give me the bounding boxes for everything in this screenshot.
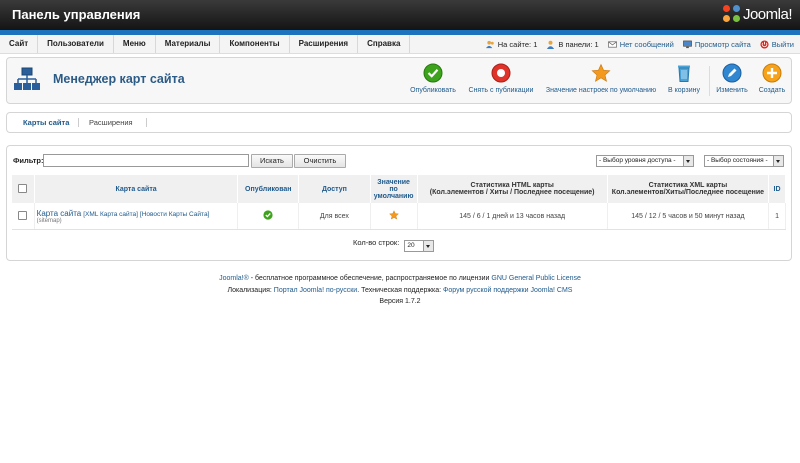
pencil-icon xyxy=(722,63,742,83)
main-content: Фильтр: Искать Очистить - Выбор уровня д… xyxy=(6,145,792,261)
default-star-icon[interactable] xyxy=(388,210,399,220)
footer-support-line: Локализация: Портал Joomla! по-русски. Т… xyxy=(227,286,573,294)
header-bar: Панель управления Joomla! xyxy=(0,0,800,30)
access-level-select[interactable]: - Выбор уровня доступа - xyxy=(596,155,694,167)
sitemap-alias: (sitemap) xyxy=(36,217,62,224)
footer: Joomla!® - бесплатное программное обеспе… xyxy=(0,273,800,308)
status-bar: На сайте: 1 В панели: 1 Нет сообщений Пр… xyxy=(477,35,794,53)
chevron-down-icon xyxy=(773,156,783,166)
page-title: Менеджер карт сайта xyxy=(53,72,185,86)
tab-divider xyxy=(78,118,79,127)
sitemap-icon xyxy=(14,67,40,90)
table-row: Карта сайта [XML Карта сайта] [Новости К… xyxy=(12,203,786,230)
view-site-link[interactable]: Просмотр сайта xyxy=(682,40,751,49)
users-icon xyxy=(485,40,494,48)
menu-menus[interactable]: Меню xyxy=(114,35,156,53)
col-default[interactable]: Значение по умолчанию xyxy=(370,175,418,203)
col-published[interactable]: Опубликован xyxy=(237,175,300,203)
user-icon xyxy=(547,40,555,49)
sitemap-name-link[interactable]: Карта сайта xyxy=(37,209,82,218)
id-cell: 1 xyxy=(768,203,786,230)
access-cell: Для всех xyxy=(298,203,371,230)
row-checkbox[interactable] xyxy=(18,210,28,220)
joomla-logo[interactable]: Joomla! xyxy=(722,5,793,23)
chevron-down-icon xyxy=(683,156,693,166)
col-access[interactable]: Доступ xyxy=(298,175,371,203)
monitor-icon xyxy=(682,40,692,48)
col-xml-stats: Статистика XML карты Кол.элементов/Хиты/… xyxy=(607,175,770,203)
logout-link[interactable]: Выйти xyxy=(760,40,794,49)
footer-version: Версия 1.7.2 xyxy=(379,298,421,305)
default-button[interactable]: Значение настроек по умолчанию xyxy=(543,63,659,94)
status-in-admin: В панели: 1 xyxy=(546,40,599,49)
sitemap-name-cell: Карта сайта [XML Карта сайта] [Новости К… xyxy=(34,203,239,230)
app-title: Панель управления xyxy=(12,7,141,22)
plus-icon xyxy=(762,63,782,83)
menu-site[interactable]: Сайт xyxy=(0,35,39,53)
col-html-stats: Статистика HTML карты (Кол.элементов / Х… xyxy=(417,175,608,203)
joomla-logo-icon xyxy=(722,5,741,23)
toolbar: Менеджер карт сайта Опубликовать Снять с… xyxy=(6,57,792,104)
search-button[interactable]: Искать xyxy=(251,154,293,168)
published-cell xyxy=(237,203,300,230)
power-icon xyxy=(760,39,769,49)
news-sitemap-link[interactable]: [Новости Карты Сайта] xyxy=(140,211,209,218)
toolbar-separator xyxy=(709,66,710,96)
unpublish-button[interactable]: Снять с публикации xyxy=(467,63,535,94)
trash-icon xyxy=(678,65,690,82)
select-all-checkbox[interactable] xyxy=(18,183,28,193)
edit-button[interactable]: Изменить xyxy=(714,63,750,94)
joomla-logo-text: Joomla! xyxy=(742,5,793,23)
select-all-header xyxy=(12,175,35,203)
menu-users[interactable]: Пользователи xyxy=(38,35,114,53)
footer-license-line: Joomla!® - бесплатное программное обеспе… xyxy=(219,275,581,282)
messages-link[interactable]: Нет сообщений xyxy=(607,40,674,49)
tab-divider xyxy=(146,118,147,127)
rows-per-page-select[interactable]: 20 xyxy=(404,240,435,252)
default-cell xyxy=(370,203,418,230)
trash-button[interactable]: В корзину xyxy=(664,63,704,94)
sitemaps-table: Карта сайта Опубликован Доступ Значение … xyxy=(12,175,786,230)
new-button[interactable]: Создать xyxy=(756,63,788,94)
filter-input[interactable] xyxy=(43,154,249,167)
table-header-row: Карта сайта Опубликован Доступ Значение … xyxy=(12,175,786,203)
published-check-icon[interactable] xyxy=(263,210,273,220)
col-sitemap[interactable]: Карта сайта xyxy=(34,175,239,203)
menu-components[interactable]: Компоненты xyxy=(220,35,290,53)
rows-per-page-label: Кол-во строк: xyxy=(353,238,400,247)
row-select-cell xyxy=(12,203,35,230)
main-menu: Сайт Пользователи Меню Материалы Компоне… xyxy=(0,35,411,53)
status-on-site: На сайте: 1 xyxy=(485,40,537,49)
state-select[interactable]: - Выбор состояния - xyxy=(704,155,784,167)
tab-sitemaps[interactable]: Карты сайта xyxy=(23,118,69,127)
html-stats-cell: 145 / 6 / 1 дней и 13 часов назад xyxy=(417,203,608,230)
joomla-link[interactable]: Joomla!® xyxy=(219,275,249,282)
tab-extensions[interactable]: Расширения xyxy=(89,118,133,127)
support-forum-link[interactable]: Форум русской поддержки Joomla! CMS xyxy=(443,287,572,294)
clear-button[interactable]: Очистить xyxy=(294,154,346,168)
pagination-limit: Кол-во строк: 20 xyxy=(353,238,435,252)
menu-help[interactable]: Справка xyxy=(358,35,411,53)
chevron-down-icon xyxy=(423,241,434,251)
filter-label: Фильтр: xyxy=(13,156,44,165)
localization-link[interactable]: Портал Joomla! по-русски xyxy=(274,287,357,294)
mail-icon xyxy=(607,40,617,48)
xml-sitemap-link[interactable]: [XML Карта сайта] xyxy=(83,211,138,218)
publish-button[interactable]: Опубликовать xyxy=(405,63,461,94)
unpublish-icon xyxy=(491,63,511,83)
star-icon xyxy=(591,63,611,82)
main-menu-bar: Сайт Пользователи Меню Материалы Компоне… xyxy=(0,35,800,54)
menu-extensions[interactable]: Расширения xyxy=(290,35,359,53)
col-id[interactable]: ID xyxy=(768,175,786,203)
check-icon xyxy=(423,63,443,83)
xml-stats-cell: 145 / 12 / 5 часов и 50 минут назад xyxy=(607,203,770,230)
menu-content[interactable]: Материалы xyxy=(156,35,221,53)
gpl-link[interactable]: GNU General Public License xyxy=(491,275,581,282)
submenu: Карты сайта Расширения xyxy=(6,112,792,133)
